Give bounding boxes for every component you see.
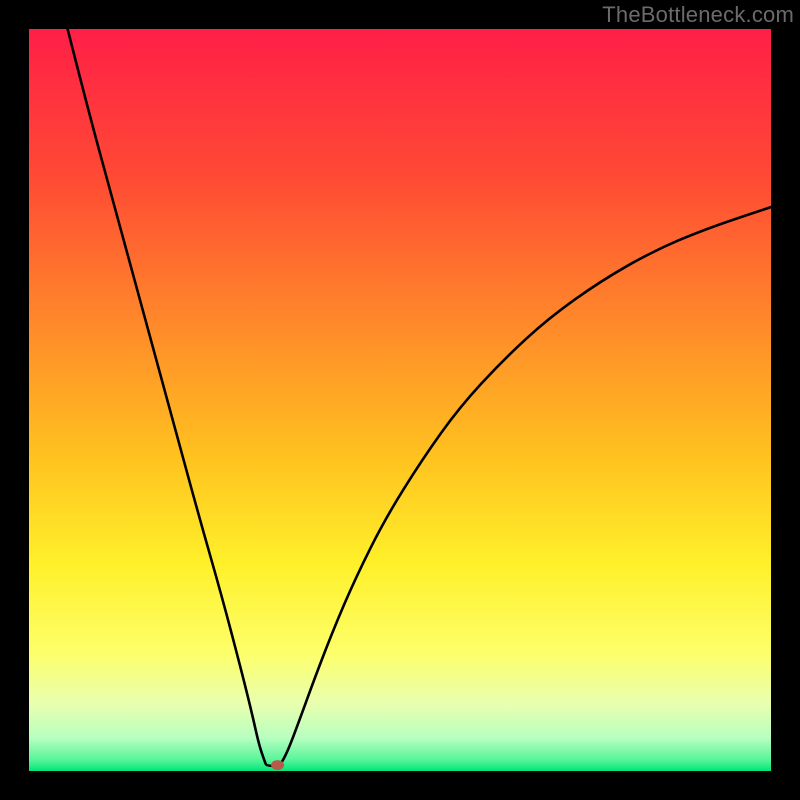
chart-frame [29, 29, 771, 771]
bottleneck-chart [29, 29, 771, 771]
optimum-marker [271, 760, 284, 770]
gradient-background [29, 29, 771, 771]
watermark-text: TheBottleneck.com [602, 2, 794, 28]
